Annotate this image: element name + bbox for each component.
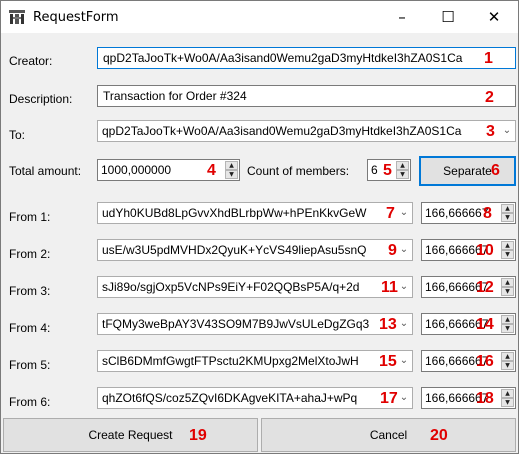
from-account-badge: 9 — [388, 242, 397, 259]
from-amount-stepper[interactable]: 166,666667 ▲ ▼ — [421, 202, 516, 224]
from-amount-badge: 18 — [476, 390, 494, 407]
total-amount-label: Total amount: — [9, 164, 82, 178]
chevron-down-icon[interactable]: ⌄ — [398, 278, 410, 296]
to-badge: 3 — [486, 123, 495, 140]
creator-field[interactable]: qpD2TaJooTk+Wo0A/Aa3isand0Wemu2gaD3myHtd… — [97, 47, 516, 69]
from-amount-stepper[interactable]: 166,666667 ▲ ▼ — [421, 387, 516, 409]
minimize-button[interactable]: – — [379, 1, 425, 33]
stepper-up-icon[interactable]: ▲ — [501, 241, 514, 250]
stepper-up-icon[interactable]: ▲ — [501, 315, 514, 324]
to-label: To: — [9, 128, 26, 142]
stepper-down-icon[interactable]: ▼ — [501, 287, 514, 296]
close-button[interactable]: ✕ — [471, 1, 517, 33]
cancel-label: Cancel — [369, 428, 408, 442]
maximize-button[interactable]: ☐ — [425, 1, 471, 33]
from-account-badge: 13 — [379, 316, 397, 333]
from-label: From 5: — [9, 358, 51, 372]
creator-label: Creator: — [9, 54, 53, 68]
from-account-combo[interactable]: tFQMy3weBpAY3V43SO9M7B9JwVsULeDgZGq3 ⌄ — [97, 313, 413, 335]
description-value: Transaction for Order #324 — [103, 89, 247, 103]
creator-value: qpD2TaJooTk+Wo0A/Aa3isand0Wemu2gaD3myHtd… — [103, 51, 463, 65]
from-account-combo[interactable]: sJi89o/sgjOxp5VcNPs9EiY+F02QQBsP5A/q+2d ⌄ — [97, 276, 413, 298]
from-amount-stepper[interactable]: 166,666667 ▲ ▼ — [421, 313, 516, 335]
from-account-value: qhZOt6fQS/coz5ZQvI6DKAgveKITA+ahaJ+wPq — [102, 391, 358, 405]
stepper-up-icon[interactable]: ▲ — [501, 278, 514, 287]
stepper-up-icon[interactable]: ▲ — [225, 161, 238, 170]
stepper-down-icon[interactable]: ▼ — [225, 170, 238, 179]
from-amount-stepper[interactable]: 166,666667 ▲ ▼ — [421, 239, 516, 261]
stepper-down-icon[interactable]: ▼ — [501, 324, 514, 333]
to-value: qpD2TaJooTk+Wo0A/Aa3isand0Wemu2gaD3myHtd… — [102, 124, 462, 138]
from-account-value: usE/w3U5pdMVHDx2QyuK+YcVS49liepAsu5snQ — [102, 243, 367, 257]
from-label: From 1: — [9, 210, 51, 224]
from-label: From 4: — [9, 321, 51, 335]
from-account-badge: 7 — [386, 205, 395, 222]
cancel-button[interactable]: Cancel — [261, 418, 516, 452]
from-amount-badge: 10 — [476, 242, 494, 259]
stepper-up-icon[interactable]: ▲ — [396, 161, 409, 170]
create-request-label: Create Request — [88, 428, 173, 442]
from-label: From 2: — [9, 247, 51, 261]
create-request-badge: 19 — [189, 427, 207, 444]
description-field[interactable]: Transaction for Order #324 — [97, 85, 516, 107]
stepper-up-icon[interactable]: ▲ — [501, 389, 514, 398]
stepper-down-icon[interactable]: ▼ — [501, 250, 514, 259]
stepper-up-icon[interactable]: ▲ — [501, 352, 514, 361]
members-label: Count of members: — [247, 164, 350, 178]
from-account-combo[interactable]: usE/w3U5pdMVHDx2QyuK+YcVS49liepAsu5snQ ⌄ — [97, 239, 413, 261]
chevron-down-icon[interactable]: ⌄ — [398, 315, 410, 333]
creator-badge: 1 — [484, 50, 493, 67]
from-account-value: udYh0KUBd8LpGvvXhdBLrbpWw+hPEnKkvGeW — [102, 206, 367, 220]
from-amount-badge: 16 — [476, 353, 494, 370]
total-amount-stepper[interactable]: 1000,000000 ▲ ▼ — [97, 159, 240, 181]
description-badge: 2 — [485, 89, 494, 106]
from-account-value: tFQMy3weBpAY3V43SO9M7B9JwVsULeDgZGq3 — [102, 317, 370, 331]
from-amount-badge: 12 — [476, 279, 494, 296]
from-account-badge: 11 — [381, 279, 398, 296]
from-label: From 6: — [9, 395, 51, 409]
from-amount-stepper[interactable]: 166,666667 ▲ ▼ — [421, 350, 516, 372]
title-bar: RequestForm – ☐ ✕ — [1, 1, 518, 33]
from-account-badge: 15 — [379, 353, 397, 370]
from-amount-badge: 8 — [483, 205, 492, 222]
from-account-combo[interactable]: sClB6DMmfGwgtFTPsctu2KMUpxg2MelXtoJwH ⌄ — [97, 350, 413, 372]
total-amount-value: 1000,000000 — [101, 163, 172, 177]
app-emblem-icon — [8, 9, 26, 25]
separate-label: Separate — [443, 164, 492, 178]
from-account-value: sClB6DMmfGwgtFTPsctu2KMUpxg2MelXtoJwH — [102, 354, 359, 368]
from-account-badge: 17 — [380, 390, 398, 407]
from-label: From 3: — [9, 284, 51, 298]
from-account-value: sJi89o/sgjOxp5VcNPs9EiY+F02QQBsP5A/q+2d — [102, 280, 360, 294]
stepper-down-icon[interactable]: ▼ — [501, 213, 514, 222]
total-amount-badge: 4 — [207, 162, 216, 179]
request-form-window: RequestForm – ☐ ✕ Creator: qpD2TaJooTk+W… — [0, 0, 519, 454]
from-account-combo[interactable]: qhZOt6fQS/coz5ZQvI6DKAgveKITA+ahaJ+wPq ⌄ — [97, 387, 413, 409]
chevron-down-icon[interactable]: ⌄ — [398, 241, 410, 259]
members-badge: 5 — [383, 162, 392, 179]
chevron-down-icon[interactable]: ⌄ — [398, 389, 410, 407]
stepper-down-icon[interactable]: ▼ — [396, 170, 409, 179]
stepper-down-icon[interactable]: ▼ — [501, 361, 514, 370]
from-amount-badge: 14 — [476, 316, 494, 333]
separate-button[interactable]: Separate — [419, 156, 516, 186]
separate-badge: 6 — [491, 162, 500, 179]
window-title: RequestForm — [33, 10, 119, 25]
stepper-up-icon[interactable]: ▲ — [501, 204, 514, 213]
from-account-combo[interactable]: udYh0KUBd8LpGvvXhdBLrbpWw+hPEnKkvGeW ⌄ — [97, 202, 413, 224]
from-amount-stepper[interactable]: 166,666667 ▲ ▼ — [421, 276, 516, 298]
chevron-down-icon[interactable]: ⌄ — [398, 204, 410, 222]
to-combo[interactable]: qpD2TaJooTk+Wo0A/Aa3isand0Wemu2gaD3myHtd… — [97, 120, 516, 142]
stepper-down-icon[interactable]: ▼ — [501, 398, 514, 407]
chevron-down-icon[interactable]: ⌄ — [398, 352, 410, 370]
create-request-button[interactable]: Create Request — [3, 418, 258, 452]
chevron-down-icon[interactable]: ⌄ — [501, 122, 513, 140]
cancel-badge: 20 — [430, 427, 448, 444]
description-label: Description: — [9, 92, 73, 106]
